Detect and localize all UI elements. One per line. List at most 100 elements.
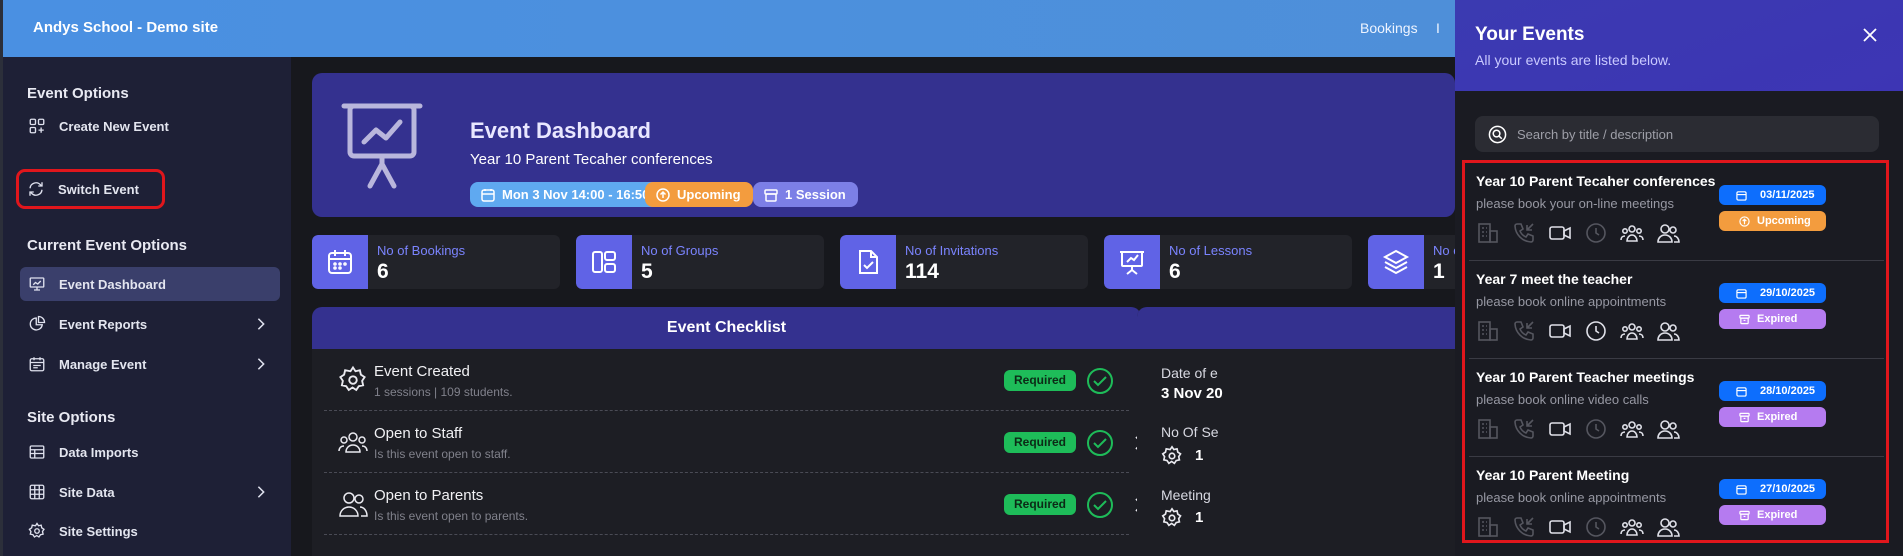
- stat-label: No of Bookings: [377, 243, 466, 258]
- chevron-right-icon: [257, 358, 265, 370]
- events-list: Year 10 Parent Tecaher conferences pleas…: [1462, 160, 1889, 543]
- app-window: Andys School - Demo site Bookings I Even…: [0, 0, 1903, 556]
- sidebar-item-label: Switch Event: [58, 182, 139, 197]
- nav-partial-item[interactable]: I: [1436, 20, 1440, 36]
- phone-incoming-icon: [1514, 517, 1534, 537]
- archive-icon: [764, 189, 778, 202]
- stat-value: 6: [1169, 260, 1181, 283]
- users-group-icon: [1620, 519, 1644, 536]
- event-status-badge: Expired: [1719, 407, 1826, 427]
- check-circle-icon: [1087, 430, 1113, 456]
- search-icon: [1488, 125, 1507, 144]
- presentation-icon: [1120, 251, 1144, 275]
- video-icon: [1549, 226, 1571, 240]
- users-group-icon: [1620, 225, 1644, 242]
- event-status: Expired: [1757, 313, 1798, 325]
- checklist-title: Event Checklist: [312, 307, 1141, 349]
- chevron-right-icon: [257, 318, 265, 330]
- event-list-item[interactable]: Year 10 Parent Teacher meetings please b…: [1469, 359, 1884, 457]
- event-date-badge: 28/10/2025: [1719, 381, 1826, 401]
- checklist-row[interactable]: Open to Staff Is this event open to staf…: [324, 411, 1141, 473]
- sidebar-item-create-new-event[interactable]: Create New Event: [20, 109, 280, 143]
- stat-value: 5: [641, 260, 653, 283]
- layout-blocks-icon: [592, 251, 616, 273]
- sidebar-item-label: Event Dashboard: [59, 277, 166, 292]
- users-icon: [1657, 322, 1680, 341]
- layers-icon: [1382, 249, 1410, 275]
- gear-icon: [1161, 445, 1182, 465]
- event-details-panel: Date of e 3 Nov 20 No Of Se 1 Meeting 1: [1137, 307, 1455, 556]
- site-brand[interactable]: Andys School - Demo site: [33, 19, 218, 36]
- archive-icon: [1739, 412, 1750, 423]
- checklist-row-title: Event Created: [374, 363, 470, 380]
- sidebar-item-event-reports[interactable]: Event Reports: [20, 307, 280, 341]
- search-input[interactable]: [1517, 116, 1867, 152]
- event-list-item[interactable]: Year 10 Parent Meeting please book onlin…: [1469, 457, 1884, 555]
- sessions-label: No Of Se: [1161, 424, 1219, 440]
- checklist-row-desc: 1 sessions | 109 students.: [374, 385, 513, 399]
- event-date-pill: Mon 3 Nov 14:00 - 16:50: [470, 182, 662, 207]
- users-group-icon: [1620, 323, 1644, 340]
- stat-label: No of Lessons: [1169, 243, 1253, 258]
- required-badge: Required: [1004, 494, 1076, 515]
- sidebar-item-site-data[interactable]: Site Data: [20, 475, 280, 509]
- event-status-text: Upcoming: [677, 187, 741, 202]
- phone-incoming-icon: [1514, 321, 1534, 341]
- stat-bookings[interactable]: No of Bookings 6: [312, 235, 560, 289]
- event-session-text: 1 Session: [785, 187, 846, 202]
- checklist-row-title: Open to Staff: [374, 425, 463, 442]
- calendar-icon: [1736, 289, 1747, 299]
- sidebar-item-manage-event[interactable]: Manage Event: [20, 347, 280, 381]
- nav-bookings[interactable]: Bookings: [1360, 20, 1418, 36]
- page-title: Event Dashboard: [470, 118, 651, 143]
- building-icon: [1478, 321, 1498, 341]
- event-options-heading: Event Options: [27, 85, 129, 102]
- details-panel-header: [1137, 307, 1455, 349]
- calendar-icon: [1736, 387, 1747, 397]
- video-icon: [1549, 422, 1571, 436]
- calendar-icon: [1736, 485, 1747, 495]
- sidebar-item-label: Manage Event: [59, 357, 147, 372]
- event-status-pill: Upcoming: [645, 182, 753, 207]
- upload-circle-icon: [656, 188, 670, 202]
- add-grid-icon: [29, 118, 45, 134]
- sidebar-item-event-dashboard[interactable]: Event Dashboard: [20, 267, 280, 301]
- phone-incoming-icon: [1514, 223, 1534, 243]
- sidebar-item-site-settings[interactable]: Site Settings: [20, 514, 280, 548]
- event-desc: please book online appointments: [1476, 490, 1667, 505]
- stat-invitations[interactable]: No of Invitations 114: [840, 235, 1088, 289]
- event-status: Expired: [1757, 509, 1798, 521]
- calendar-icon: [481, 189, 495, 202]
- event-desc: please book online appointments: [1476, 294, 1667, 309]
- drawer-title: Your Events: [1475, 24, 1585, 45]
- stat-groups[interactable]: No of Groups 5: [576, 235, 824, 289]
- date-value: 3 Nov 20: [1161, 385, 1223, 402]
- sidebar-item-switch-event[interactable]: Switch Event: [16, 169, 165, 209]
- event-status-badge: Expired: [1719, 309, 1826, 329]
- users-icon: [1657, 420, 1680, 439]
- event-list-item[interactable]: Year 10 Parent Tecaher conferences pleas…: [1469, 163, 1884, 261]
- stat-lessons[interactable]: No of Lessons 6: [1104, 235, 1352, 289]
- chevron-right-icon: [257, 486, 265, 498]
- users-icon: [1657, 224, 1680, 243]
- gear-icon: [28, 522, 45, 538]
- checklist-row[interactable]: Event Created 1 sessions | 109 students.…: [324, 349, 1129, 411]
- event-title: Year 10 Parent Tecaher conferences: [1476, 173, 1716, 189]
- checklist-row-desc: Is this event open to staff.: [374, 447, 511, 461]
- event-search[interactable]: [1475, 116, 1879, 152]
- sidebar-item-label: Site Settings: [59, 524, 138, 539]
- stat-value: 1: [1433, 260, 1445, 283]
- users-group-icon: [338, 432, 368, 453]
- close-icon[interactable]: [1862, 27, 1878, 43]
- presentation-board-icon: [341, 103, 423, 189]
- event-status-badge: Upcoming: [1719, 211, 1826, 231]
- your-events-drawer: Your Events All your events are listed b…: [1455, 0, 1903, 556]
- checklist-row[interactable]: Open to Parents Is this event open to pa…: [324, 473, 1141, 535]
- pie-chart-icon: [29, 315, 46, 331]
- site-options-heading: Site Options: [27, 409, 116, 426]
- event-list-item[interactable]: Year 7 meet the teacher please book onli…: [1469, 261, 1884, 359]
- event-status-badge: Expired: [1719, 505, 1826, 525]
- sidebar-item-data-imports[interactable]: Data Imports: [20, 435, 280, 469]
- archive-icon: [1739, 314, 1750, 325]
- table-icon: [29, 445, 45, 459]
